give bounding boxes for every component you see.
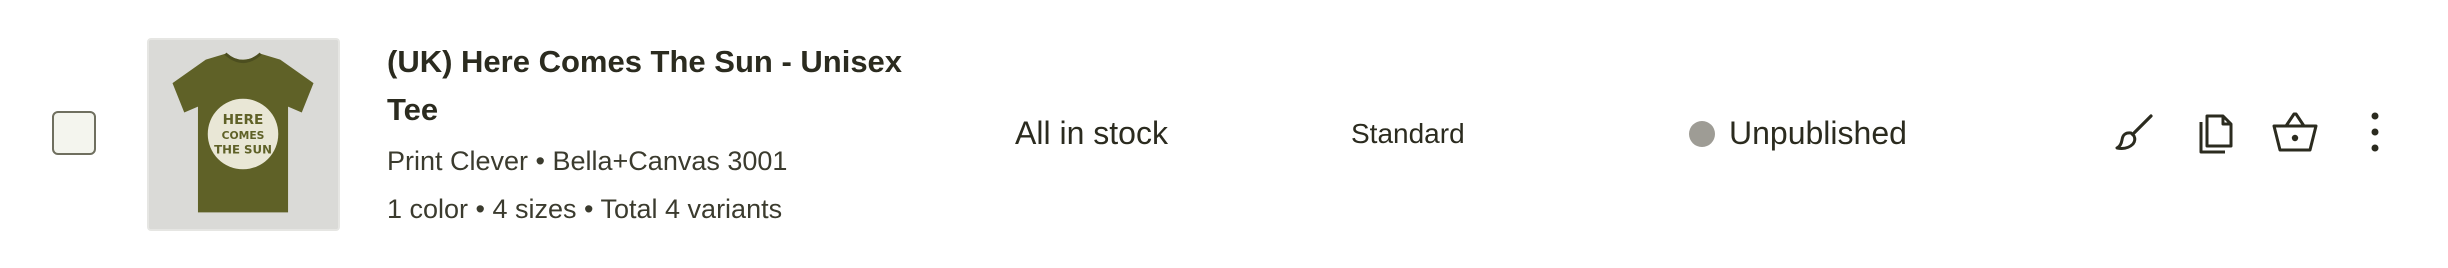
duplicate-button[interactable] bbox=[2187, 104, 2243, 160]
provider-line: Print Clever • Bella+Canvas 3001 bbox=[387, 146, 788, 176]
publish-status: Unpublished bbox=[1689, 115, 1907, 152]
product-title[interactable]: (UK) Here Comes The Sun - Unisex Tee bbox=[387, 38, 947, 134]
svg-text:THE SUN: THE SUN bbox=[214, 143, 272, 157]
svg-text:HERE: HERE bbox=[223, 112, 264, 128]
shipping-method: Standard bbox=[1351, 118, 1465, 149]
basket-icon bbox=[2272, 112, 2318, 152]
order-button[interactable] bbox=[2267, 104, 2323, 160]
status-label: Unpublished bbox=[1729, 115, 1907, 151]
brush-icon bbox=[2115, 114, 2153, 150]
more-options-button[interactable] bbox=[2347, 104, 2403, 160]
more-vertical-icon bbox=[2371, 112, 2379, 152]
tshirt-image: HERE COMES THE SUN bbox=[149, 40, 338, 229]
select-checkbox[interactable] bbox=[52, 111, 96, 155]
stock-status: All in stock bbox=[1015, 115, 1168, 151]
copy-icon bbox=[2199, 114, 2233, 154]
status-dot-icon bbox=[1689, 120, 1715, 147]
svg-text:COMES: COMES bbox=[222, 129, 265, 142]
product-row[interactable]: HERE COMES THE SUN (UK) Here Comes The S… bbox=[0, 0, 2448, 268]
variants-line: 1 color • 4 sizes • Total 4 variants bbox=[387, 194, 783, 224]
edit-button[interactable] bbox=[2107, 104, 2163, 160]
product-thumbnail[interactable]: HERE COMES THE SUN bbox=[147, 38, 340, 231]
